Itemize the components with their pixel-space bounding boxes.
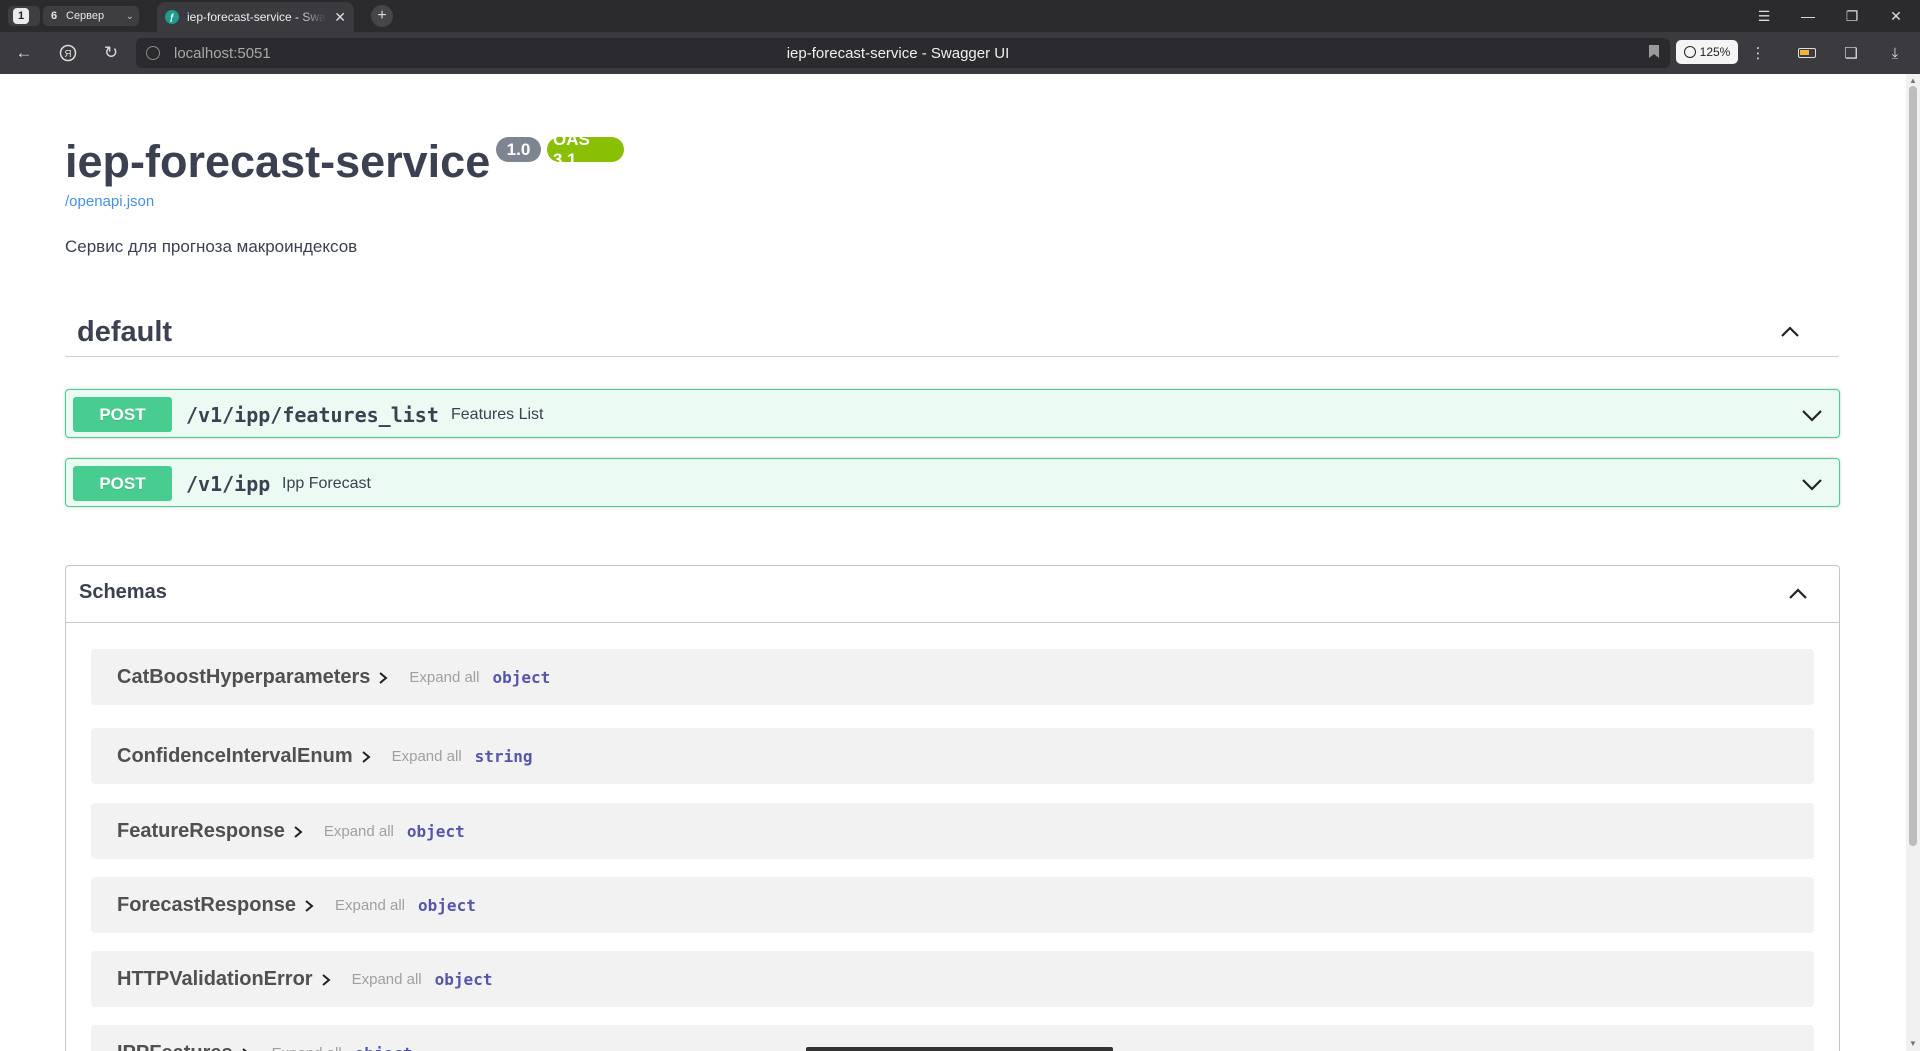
workspace-group-button[interactable]: 6 Сервер ⌄: [43, 6, 139, 26]
reload-icon[interactable]: ↻: [99, 41, 123, 65]
window-close-icon[interactable]: ✕: [1874, 0, 1918, 32]
chevron-up-icon[interactable]: [1785, 581, 1811, 607]
close-icon[interactable]: ✕: [334, 9, 346, 26]
scroll-up-icon[interactable]: ▲: [1909, 76, 1917, 85]
scrollbar-thumb[interactable]: [1909, 86, 1917, 846]
svg-text:Я: Я: [64, 49, 71, 60]
zoom-level: 125%: [1699, 45, 1731, 59]
schema-type: string: [474, 747, 533, 766]
new-tab-button[interactable]: +: [371, 5, 393, 27]
expand-all-button[interactable]: Expand all: [409, 669, 479, 686]
scroll-down-icon[interactable]: ▼: [1909, 1039, 1917, 1048]
operation-path: /v1/ipp/features_list: [186, 403, 439, 427]
workspace-1-number: 1: [13, 8, 29, 24]
expand-all-button[interactable]: Expand all: [392, 748, 462, 765]
schema-confidence-interval-enum[interactable]: ConfidenceIntervalEnum Expand all string: [91, 728, 1814, 784]
collections-icon[interactable]: ❏: [1839, 41, 1863, 65]
menu-icon[interactable]: ☰: [1742, 0, 1786, 32]
battery-icon[interactable]: [1795, 41, 1819, 65]
chevron-right-icon[interactable]: [292, 825, 304, 839]
chevron-down-icon: ⌄: [125, 10, 134, 22]
back-icon[interactable]: ←: [12, 41, 36, 65]
browser-tab-active[interactable]: ƒ iep-forecast-service - Swagger UI ✕: [157, 2, 354, 32]
api-description: Сервис для прогноза макроиндексов: [65, 237, 358, 256]
schemas-title: Schemas: [79, 581, 167, 603]
zoom-indicator[interactable]: 125%: [1676, 40, 1738, 64]
schema-type: object: [434, 970, 493, 989]
browser-address-bar: ← Я ↻ localhost:5051 iep-forecast-servic…: [0, 32, 1920, 74]
workspace-group-label: Сервер: [66, 10, 105, 22]
tab-title: iep-forecast-service - Swagger UI: [187, 10, 326, 24]
operation-summary: Ipp Forecast: [282, 475, 371, 492]
swagger-favicon-icon: ƒ: [165, 10, 179, 24]
yandex-icon[interactable]: Я: [56, 41, 80, 65]
api-title: iep-forecast-service: [65, 136, 491, 187]
schema-name[interactable]: IPPFeatures: [117, 1042, 233, 1051]
minimize-icon[interactable]: —: [1786, 0, 1830, 32]
schema-type: object: [406, 822, 465, 841]
schema-catboost-hyperparameters[interactable]: CatBoostHyperparameters Expand all objec…: [91, 649, 1814, 705]
tag-section-default[interactable]: default: [65, 307, 1839, 357]
browser-tab-bar: 1 6 Сервер ⌄ ƒ iep-forecast-service - Sw…: [0, 0, 1920, 32]
schema-type: object: [492, 668, 551, 687]
chevron-right-icon[interactable]: [303, 899, 315, 913]
operation-path: /v1/ipp: [186, 472, 271, 496]
bookmark-icon[interactable]: [1648, 44, 1660, 63]
schemas-header[interactable]: Schemas: [66, 566, 1839, 623]
operation-summary: Features List: [451, 406, 544, 423]
restore-icon[interactable]: ❐: [1830, 0, 1874, 32]
chevron-right-icon[interactable]: [377, 671, 389, 685]
schema-feature-response[interactable]: FeatureResponse Expand all object: [91, 803, 1814, 859]
operation-features-list[interactable]: POST /v1/ipp/features_list Features List: [65, 389, 1840, 438]
expand-all-button[interactable]: Expand all: [352, 971, 422, 988]
schema-name[interactable]: ConfidenceIntervalEnum: [117, 745, 353, 768]
version-badge: 1.0: [496, 137, 541, 162]
schemas-section: Schemas CatBoostHyperparameters Expand a…: [65, 565, 1840, 1051]
more-icon[interactable]: ⋮: [1746, 41, 1770, 65]
page-scrollbar[interactable]: ▲ ▼: [1906, 74, 1920, 1051]
bottom-overlay-bar: [806, 1047, 1113, 1051]
oas-badge: OAS 3.1: [547, 130, 624, 169]
schema-name[interactable]: FeatureResponse: [117, 820, 285, 843]
chevron-up-icon[interactable]: [1777, 319, 1803, 345]
method-badge: POST: [73, 466, 172, 501]
operation-ipp-forecast[interactable]: POST /v1/ipp Ipp Forecast: [65, 458, 1840, 507]
schema-http-validation-error[interactable]: HTTPValidationError Expand all object: [91, 951, 1814, 1007]
expand-all-button[interactable]: Expand all: [324, 823, 394, 840]
openapi-spec-link[interactable]: /openapi.json: [65, 193, 154, 210]
url-field[interactable]: localhost:5051 iep-forecast-service - Sw…: [136, 38, 1670, 68]
download-icon[interactable]: ⤓: [1883, 41, 1907, 65]
expand-all-button[interactable]: Expand all: [272, 1045, 342, 1051]
schema-name[interactable]: ForecastResponse: [117, 894, 296, 917]
chevron-right-icon[interactable]: [320, 973, 332, 987]
method-badge: POST: [73, 397, 172, 432]
chevron-right-icon[interactable]: [360, 750, 372, 764]
workspace-group-count: 6: [50, 10, 58, 22]
workspace-1-button[interactable]: 1: [8, 6, 40, 26]
swagger-page: iep-forecast-service 1.0 OAS 3.1 /openap…: [0, 74, 1906, 1051]
chevron-down-icon[interactable]: [1799, 402, 1825, 428]
schema-forecast-response[interactable]: ForecastResponse Expand all object: [91, 877, 1814, 933]
expand-all-button[interactable]: Expand all: [335, 897, 405, 914]
chevron-right-icon[interactable]: [240, 1047, 252, 1051]
chevron-down-icon[interactable]: [1799, 471, 1825, 497]
schema-name[interactable]: HTTPValidationError: [117, 968, 313, 991]
schema-type: object: [418, 896, 476, 915]
schema-type: object: [355, 1044, 413, 1051]
schema-name[interactable]: CatBoostHyperparameters: [117, 666, 370, 689]
url-page-title: iep-forecast-service - Swagger UI: [786, 45, 1010, 62]
tag-name: default: [77, 316, 173, 348]
zoom-icon: [1683, 46, 1696, 58]
